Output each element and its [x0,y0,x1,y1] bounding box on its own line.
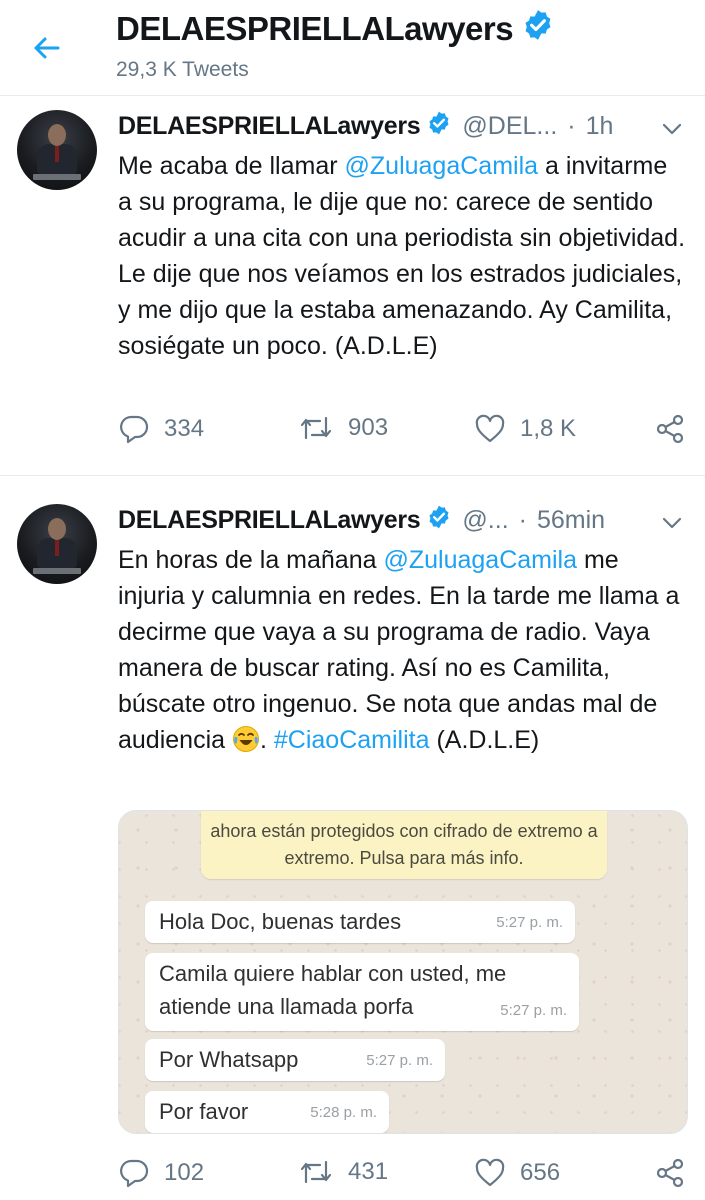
tweet-actions: 102 431 656 [118,1158,690,1194]
back-arrow-icon [34,37,60,59]
retweet-count: 903 [348,414,389,441]
tweet[interactable]: DELAESPRIELLALawyers @... · 56min En hor… [0,476,705,1200]
tweet-text-part: (A.D.L.E) [429,726,540,754]
tweet-text-part: En horas de la mañana [118,546,384,574]
reply-button[interactable]: 102 [118,1158,204,1188]
hashtag-link[interactable]: #CiaoCamilita [274,726,430,754]
retweet-button[interactable]: 903 [298,414,388,442]
chat-timestamp: 5:27 p. m. [366,1052,433,1069]
verified-badge-icon [426,110,452,143]
chevron-down-icon [662,123,682,135]
retweet-count: 431 [348,1158,389,1185]
share-button[interactable] [654,1158,686,1188]
chat-bubble: Por favor 5:28 p. m. [145,1091,389,1133]
chat-bubble: Camila quiere hablar con usted, me atien… [145,953,579,1031]
tweet-text-part: Me acaba de llamar [118,152,345,180]
verified-badge-icon [521,8,555,50]
share-icon [656,414,684,444]
laughing-tears-emoji-icon [232,726,259,752]
tweet-options-button[interactable] [659,116,685,142]
tweet-header: DELAESPRIELLALawyers @... · 56min [118,504,605,537]
tweet-options-button[interactable] [659,510,685,536]
back-button[interactable] [26,28,66,68]
chat-message: Por Whatsapp [159,1047,299,1072]
tweet-text: En horas de la mañana @ZuluagaCamila me … [118,542,688,758]
retweet-icon [300,416,332,440]
tweet-text-part: a invitarme a su programa, le dije que n… [118,152,686,360]
reply-icon [120,1159,149,1188]
header-title-row: DELAESPRIELLALawyers [116,8,555,50]
tweet-count: 29,3 K Tweets [116,58,249,81]
like-count: 656 [520,1159,561,1186]
retweet-button[interactable]: 431 [298,1158,388,1186]
chat-message: Por favor [159,1099,249,1124]
tweet-text: Me acaba de llamar @ZuluagaCamila a invi… [118,148,688,364]
reply-icon [120,415,149,444]
author-handle[interactable]: @DEL... [462,112,557,141]
profile-name: DELAESPRIELLALawyers [116,10,514,47]
encryption-notice: ahora están protegidos con cifrado de ex… [201,811,607,879]
retweet-icon [300,1160,332,1184]
chat-timestamp: 5:28 p. m. [310,1104,377,1121]
like-count: 1,8 K [520,415,577,442]
tweet-header: DELAESPRIELLALawyers @DEL... · 1h [118,110,613,143]
separator-dot: · [567,112,576,140]
separator-dot: · [518,506,527,534]
tweet-time[interactable]: 56min [537,506,605,535]
chat-timestamp: 5:27 p. m. [496,914,563,931]
tweet-time[interactable]: 1h [586,112,614,141]
tweet-text-part: me injuria y calumnia en redes. En la ta… [118,546,680,754]
reply-button[interactable]: 334 [118,414,204,444]
reply-count: 334 [164,415,205,442]
tweet-text-part: . [259,726,274,754]
chevron-down-icon [662,517,682,529]
author-handle[interactable]: @... [462,506,508,535]
chat-bubble: Por Whatsapp 5:27 p. m. [145,1039,445,1081]
profile-header: DELAESPRIELLALawyers 29,3 K Tweets [0,0,705,96]
author-name[interactable]: DELAESPRIELLALawyers [118,506,421,535]
author-name[interactable]: DELAESPRIELLALawyers [118,112,421,141]
like-icon [475,1158,505,1187]
mention-link[interactable]: @ZuluagaCamila [345,152,539,180]
chat-message: Camila quiere hablar con usted, me atien… [159,961,507,1019]
tweet-actions: 334 903 1,8 K [118,414,690,450]
avatar[interactable] [17,110,97,190]
like-icon [475,414,505,443]
share-button[interactable] [654,414,686,444]
tweet[interactable]: DELAESPRIELLALawyers @DEL... · 1h Me aca… [0,96,705,476]
share-icon [656,1158,684,1188]
verified-badge-icon [426,504,452,537]
like-button[interactable]: 1,8 K [474,414,576,444]
chat-bubble: Hola Doc, buenas tardes 5:27 p. m. [145,901,575,943]
reply-count: 102 [164,1159,205,1186]
avatar[interactable] [17,504,97,584]
attached-image[interactable]: ahora están protegidos con cifrado de ex… [118,810,688,1134]
chat-timestamp: 5:27 p. m. [500,1002,567,1019]
like-button[interactable]: 656 [474,1158,560,1188]
mention-link[interactable]: @ZuluagaCamila [383,546,577,574]
chat-message: Hola Doc, buenas tardes [159,909,402,934]
